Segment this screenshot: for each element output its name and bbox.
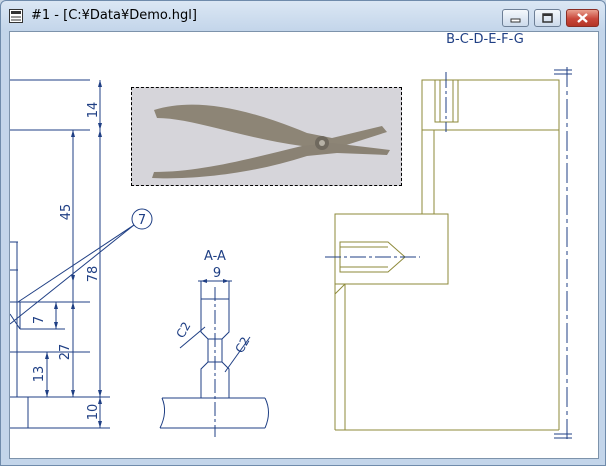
minimize-icon: [510, 18, 521, 23]
left-part-outline: [10, 79, 110, 429]
chamfer-left: C2: [173, 320, 193, 341]
dim-14: 14: [86, 102, 101, 119]
balloon-number: 7: [138, 213, 146, 228]
pliers-image: [132, 88, 401, 185]
window-title: #1 - [C:¥Data¥Demo.hgl]: [31, 8, 197, 23]
title-bar[interactable]: #1 - [C:¥Data¥Demo.hgl]: [1, 1, 605, 31]
dim-10: 10: [86, 404, 101, 421]
width-dimension: 9: [213, 266, 221, 281]
close-icon: [577, 13, 588, 23]
dim-7: 7: [32, 316, 47, 324]
dim-27: 27: [58, 344, 73, 361]
balloon-leader: [10, 224, 135, 325]
close-button[interactable]: [566, 9, 599, 27]
dim-45: 45: [59, 204, 74, 221]
maximize-icon: [542, 13, 553, 23]
section-header: B-C-D-E-F-G: [446, 32, 524, 47]
dim-78: 78: [86, 266, 101, 283]
section-label: A-A: [204, 249, 226, 264]
minimize-button[interactable]: [502, 9, 529, 27]
pliers-photo[interactable]: [131, 87, 402, 186]
balloon-leader: [17, 224, 135, 303]
drawing-window: #1 - [C:¥Data¥Demo.hgl] 14 45 78 7 27 13…: [0, 0, 606, 466]
drawing-canvas[interactable]: 14 45 78 7 27 13 10 7 A-A 9 C2 C2 B-C-D-…: [9, 31, 599, 459]
maximize-button[interactable]: [534, 9, 561, 27]
dim-13: 13: [32, 366, 47, 383]
document-app-icon[interactable]: [9, 9, 23, 23]
section-view: [159, 280, 269, 437]
